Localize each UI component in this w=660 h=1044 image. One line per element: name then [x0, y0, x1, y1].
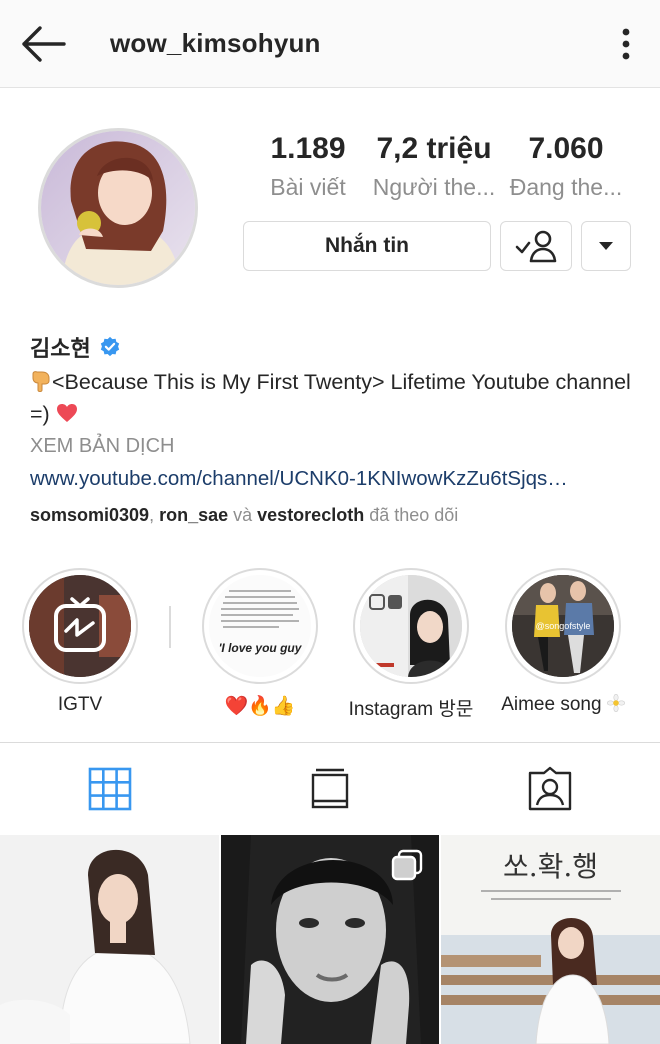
- highlight-aimee-song[interactable]: @songofstyle Aimee song: [496, 568, 630, 716]
- stat-following-value: 7.060: [528, 132, 604, 165]
- follower-separator: ,: [149, 505, 160, 525]
- post-tile-1[interactable]: [0, 835, 219, 1044]
- stat-followers-label: Người the...: [372, 174, 496, 200]
- verified-badge-icon: [100, 336, 119, 357]
- stat-following[interactable]: 7.060 Đang the...: [500, 132, 632, 201]
- suggestions-dropdown-button[interactable]: [581, 221, 631, 271]
- full-name-row: 김소현: [30, 330, 640, 364]
- stat-followers[interactable]: 7,2 triệu Người the...: [368, 132, 500, 201]
- see-translation-link[interactable]: XEM BẢN DỊCH: [30, 430, 640, 462]
- stat-posts-label: Bài viết: [270, 174, 346, 200]
- post-tile-3[interactable]: 쏘.확.행: [441, 835, 660, 1044]
- stat-followers-value: 7,2 triệu: [376, 132, 492, 165]
- highlight-instagram-ring: [353, 568, 469, 684]
- follower-name-2[interactable]: ron_sae: [159, 505, 228, 525]
- full-name: 김소현: [30, 336, 91, 361]
- highlight-instagram-visit[interactable]: Instagram 방문: [336, 568, 486, 721]
- stat-following-label: Đang the...: [509, 174, 623, 200]
- highlight-note[interactable]: 'I love you guy ❤️🔥👍: [198, 568, 322, 718]
- pointing-down-hand-icon: [32, 371, 50, 392]
- stat-posts[interactable]: 1.189 Bài viết: [258, 132, 358, 201]
- followed-suffix: đã theo dõi: [364, 505, 459, 525]
- note-text-lines: [209, 575, 311, 677]
- message-button[interactable]: Nhắn tin: [243, 221, 491, 271]
- stat-posts-value: 1.189: [270, 132, 346, 165]
- bio-line: <Because This is My First Twenty> Lifeti…: [30, 370, 631, 426]
- more-options-button[interactable]: [612, 24, 640, 64]
- bio-text: <Because This is My First Twenty> Lifeti…: [30, 366, 640, 430]
- highlight-aimee-cover: @songofstyle: [512, 575, 614, 677]
- tagged-user-icon: [528, 766, 572, 811]
- highlight-note-ring: 'I love you guy: [202, 568, 318, 684]
- profile-username: wow_kimsohyun: [110, 28, 321, 58]
- highlight-instagram-label: Instagram 방문: [348, 699, 474, 720]
- profile-bio: 김소현 <Because This is My First Twenty> Li…: [30, 330, 640, 532]
- profile-avatar[interactable]: [38, 128, 198, 288]
- aimee-overlay-text: @songofstyle: [535, 621, 591, 631]
- igtv-tab-icon: [311, 768, 349, 809]
- caret-down-icon: [599, 242, 613, 250]
- grid-icon: [88, 767, 132, 811]
- post-photo-1: [0, 835, 219, 1044]
- follower-conjunction: và: [228, 505, 258, 525]
- more-vertical-icon: [622, 28, 630, 60]
- website-link[interactable]: www.youtube.com/channel/UCNK0-1KNIwowKzZ…: [30, 462, 640, 496]
- tab-igtv-posts[interactable]: [306, 765, 354, 813]
- followed-by-text[interactable]: somsomi0309, ron_sae và vestorecloth đã …: [30, 498, 640, 532]
- following-button[interactable]: [500, 221, 572, 271]
- user-check-icon: [515, 230, 557, 263]
- follower-name-1[interactable]: somsomi0309: [30, 505, 149, 525]
- post-3-title: 쏘.확.행: [502, 850, 599, 883]
- red-heart-icon: [56, 404, 77, 422]
- post-photo-2: [221, 835, 439, 1044]
- post-tile-2[interactable]: [221, 835, 439, 1044]
- follower-name-3[interactable]: vestorecloth: [257, 505, 364, 525]
- highlight-note-cover: 'I love you guy: [209, 575, 311, 677]
- profile-tab-bar: [0, 742, 660, 834]
- instagram-visit-photo: [360, 575, 462, 677]
- highlight-igtv-ring: [22, 568, 138, 684]
- back-button[interactable]: [18, 24, 68, 64]
- highlight-igtv[interactable]: IGTV: [18, 568, 142, 716]
- note-caption: 'I love you guy: [218, 641, 302, 655]
- tab-grid[interactable]: [86, 765, 134, 813]
- avatar-photo: [41, 131, 195, 285]
- tab-tagged[interactable]: [526, 765, 574, 813]
- highlight-aimee-label-text: Aimee song: [501, 694, 602, 715]
- highlight-divider: [169, 606, 171, 648]
- highlight-aimee-label: Aimee song: [496, 693, 630, 716]
- highlight-instagram-cover: [360, 575, 462, 677]
- arrow-left-icon: [22, 26, 66, 62]
- highlight-igtv-cover: [29, 575, 131, 677]
- top-bar: wow_kimsohyun: [0, 0, 660, 88]
- highlight-igtv-label: IGTV: [57, 694, 103, 715]
- igtv-icon: [29, 575, 131, 677]
- highlight-note-label: ❤️🔥👍: [224, 696, 296, 717]
- daisy-icon: [606, 693, 625, 713]
- highlight-aimee-ring: @songofstyle: [505, 568, 621, 684]
